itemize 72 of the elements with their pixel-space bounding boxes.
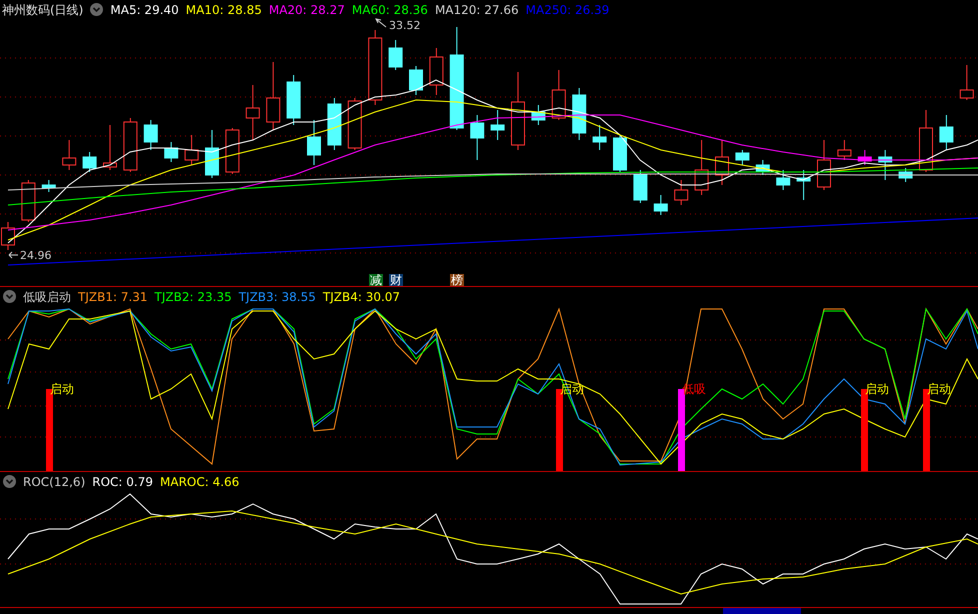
event-marker[interactable]: 榜 xyxy=(450,274,464,286)
candlestick xyxy=(62,140,76,170)
event-marker[interactable]: 财 xyxy=(389,274,403,286)
candlestick xyxy=(307,120,321,166)
candlestick xyxy=(184,134,199,166)
candlestick xyxy=(878,150,892,180)
candlestick xyxy=(205,130,219,178)
candlestick xyxy=(960,64,974,100)
indicator-value: MA60: 28.36 xyxy=(352,4,428,16)
indicator-title: 低吸启动 xyxy=(23,290,71,302)
candlestick xyxy=(470,114,484,160)
event-marker[interactable]: 减 xyxy=(369,274,383,286)
candlestick xyxy=(327,98,342,150)
signal-label: 启动 xyxy=(927,383,951,395)
indicator-value: MA20: 28.27 xyxy=(268,4,345,16)
indicator-value: ROC: 0.79 xyxy=(92,476,153,488)
candlestick xyxy=(592,124,607,150)
candlestick xyxy=(572,88,586,140)
candlestick xyxy=(490,110,505,140)
pointer-arrow xyxy=(8,252,18,258)
collapse-icon[interactable] xyxy=(3,475,16,488)
candlestick xyxy=(42,180,56,192)
indicator-value: MA250: 26.39 xyxy=(526,4,610,16)
candlestick xyxy=(531,104,546,126)
candlestick xyxy=(286,74,301,126)
collapse-icon[interactable] xyxy=(3,290,16,303)
chart-title: 神州数码(日线) xyxy=(2,4,84,16)
indicator-value: MA10: 28.85 xyxy=(186,4,262,16)
candlestick xyxy=(817,140,831,190)
indicator-title: ROC(12,6) xyxy=(23,476,86,488)
candlestick xyxy=(123,118,138,172)
candlestick xyxy=(735,150,750,166)
indicator-value: MA120: 27.66 xyxy=(434,4,519,16)
candlestick xyxy=(82,152,97,172)
candlestick xyxy=(919,110,933,172)
candlestick xyxy=(756,160,770,176)
candlestick xyxy=(715,140,729,186)
candlestick xyxy=(266,62,280,130)
collapse-icon[interactable] xyxy=(90,3,104,16)
indicator-value: TJZB3: 38.55 xyxy=(238,290,316,302)
candlestick xyxy=(796,170,811,200)
signal-label: 启动 xyxy=(50,383,74,395)
candlestick xyxy=(858,150,872,166)
indicator-value: TJZB2: 23.35 xyxy=(154,290,232,302)
indicator-value: MA5: 29.40 xyxy=(110,4,179,16)
candlestick xyxy=(898,168,913,182)
candlestick xyxy=(694,140,709,196)
price-low-label: 24.96 xyxy=(20,250,52,261)
signal-label: 启动 xyxy=(865,383,889,395)
candlestick xyxy=(21,180,36,222)
candlestick xyxy=(225,128,240,174)
price-high-label: 33.52 xyxy=(389,20,420,31)
candlestick xyxy=(837,140,852,160)
indicator-value: TJZB4: 30.07 xyxy=(322,290,400,302)
candlestick xyxy=(103,124,117,170)
candlestick xyxy=(164,142,178,162)
candlestick xyxy=(348,98,362,150)
candlestick xyxy=(613,134,627,172)
indicator-value: TJZB1: 7.31 xyxy=(78,290,148,302)
candlestick xyxy=(409,66,423,96)
indicator-value: MAROC: 4.66 xyxy=(160,476,240,488)
candlestick xyxy=(776,170,790,190)
candlestick xyxy=(674,180,688,206)
candlestick xyxy=(633,170,648,204)
candlestick xyxy=(246,84,260,140)
candlestick xyxy=(144,120,158,150)
candlestick xyxy=(429,48,444,96)
candlestick xyxy=(552,70,566,120)
candlestick xyxy=(939,114,954,150)
candlestick xyxy=(654,194,668,216)
candlestick xyxy=(388,40,403,70)
pointer-arrow xyxy=(375,18,386,28)
